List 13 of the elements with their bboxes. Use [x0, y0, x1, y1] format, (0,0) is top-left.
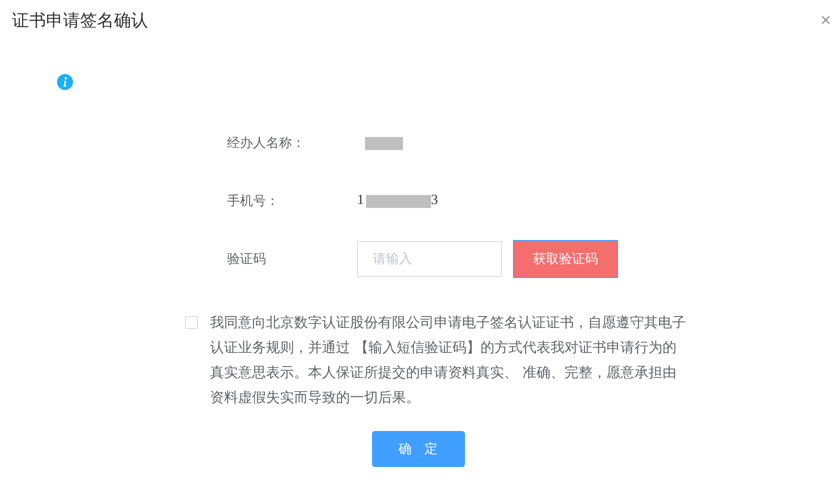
get-code-button[interactable]: 获取验证码	[513, 240, 618, 278]
code-input-field[interactable]: 请输入	[357, 241, 502, 277]
dialog-title: 证书申请签名确认	[12, 10, 148, 32]
field-value: 1	[357, 193, 364, 209]
confirm-button[interactable]: 确 定	[372, 431, 464, 467]
field-label: 手机号：	[227, 193, 280, 210]
info-icon	[57, 74, 73, 90]
agreement-checkbox[interactable]	[185, 316, 198, 329]
agreement-text: 我同意向北京数字认证股份有限公司申请电子签名认证证书，自愿遵守其电子认证业务规则，并通过 【输入短信验证码】的方式代表我对证书申请行为的真实意思表示。本人保证所提交的申请资料真实、 准确、完整，愿意承担由资料虚假失实而导致的一切后果。	[210, 314, 687, 408]
close-button[interactable]: ×	[820, 11, 831, 29]
field-label: 经办人名称：	[227, 135, 306, 152]
field-label: 验证码	[227, 251, 267, 268]
field-value: 3	[431, 193, 438, 209]
